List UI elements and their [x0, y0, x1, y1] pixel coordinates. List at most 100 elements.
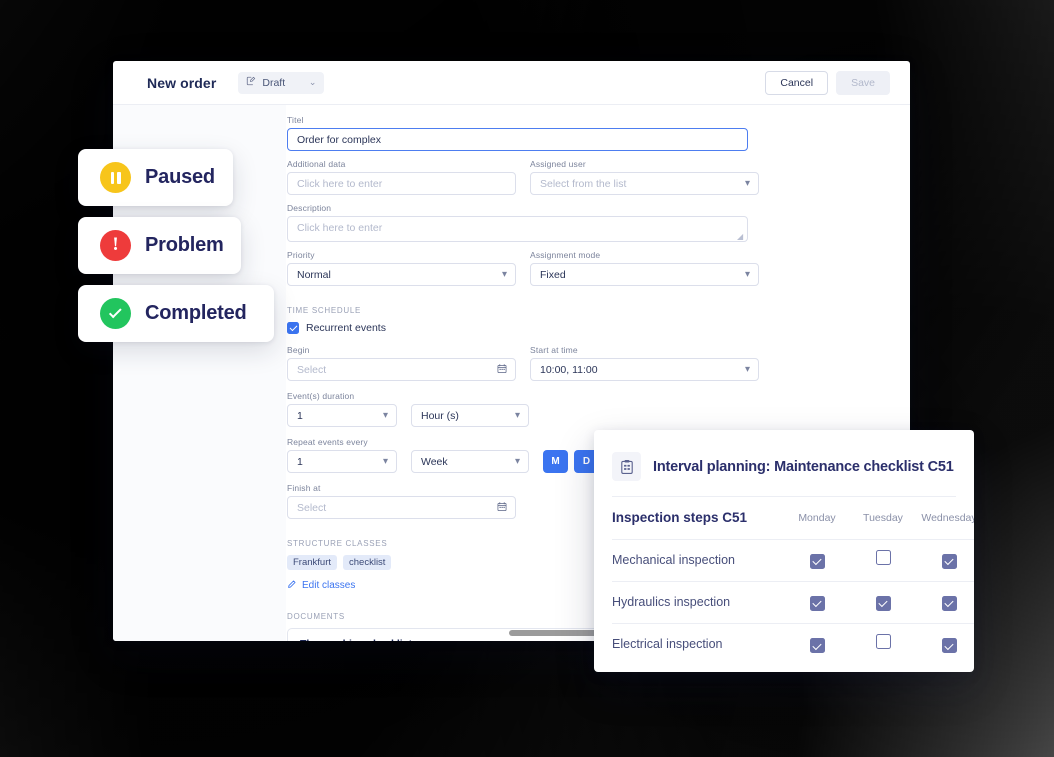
- inspection-cell-r1-c2: [916, 580, 974, 623]
- interval-card-title: Interval planning: Maintenance checklist…: [653, 458, 954, 475]
- status-card-paused[interactable]: Paused: [78, 149, 233, 206]
- field-description: Description Click here to enter ◢: [287, 203, 748, 242]
- table-row: Electrical inspection: [612, 622, 974, 665]
- calendar-icon[interactable]: [497, 501, 507, 514]
- inspection-checkbox-r1-c2[interactable]: [941, 596, 957, 612]
- row-begin-start: Begin Select Start at time 10:00, 11:00 …: [287, 345, 759, 381]
- chevron-down-icon: ▾: [514, 455, 520, 467]
- inspection-cell-r1-c1: [850, 580, 916, 623]
- status-card-completed-label: Completed: [145, 302, 247, 324]
- inspection-checkbox-r1-c1[interactable]: [875, 596, 891, 612]
- inspection-checkbox-r0-c1[interactable]: [875, 550, 891, 565]
- description-textarea[interactable]: Click here to enter ◢: [287, 216, 748, 242]
- field-priority: Priority Normal ▾: [287, 250, 516, 286]
- assignment-mode-value: Fixed: [540, 268, 566, 281]
- event-duration-unit-value: Hour (s): [421, 409, 459, 422]
- inspection-checkbox-r0-c2[interactable]: [941, 554, 957, 570]
- inspection-checkbox-r2-c2[interactable]: [941, 638, 957, 654]
- field-priority-label: Priority: [287, 250, 315, 260]
- inspection-cell-r0-c0: [784, 538, 850, 581]
- inspection-step-label: Electrical inspection: [612, 622, 784, 665]
- table-header-tuesday: Tuesday: [863, 511, 903, 524]
- pencil-icon: [287, 579, 297, 592]
- edit-classes-label: Edit classes: [302, 580, 356, 591]
- exclamation-icon: !: [100, 230, 131, 261]
- assignment-mode-select[interactable]: Fixed ▾: [530, 263, 759, 286]
- interval-card-header: Interval planning: Maintenance checklist…: [612, 452, 956, 497]
- chevron-down-icon: ▾: [744, 268, 750, 280]
- field-additional-data: Additional data Click here to enter: [287, 159, 516, 195]
- field-event-duration-label: Event(s) duration: [287, 391, 355, 401]
- row-additional-assigned: Additional data Click here to enter Assi…: [287, 159, 759, 195]
- inspection-steps-table: Inspection steps C51 Monday Tuesday Wedn…: [612, 497, 974, 665]
- weekday-pill-0[interactable]: M: [543, 450, 568, 473]
- repeat-amount-select[interactable]: 1 ▾: [287, 450, 397, 473]
- structure-class-tag-0[interactable]: Frankfurt: [287, 555, 338, 570]
- table-row: Hydraulics inspection: [612, 580, 974, 623]
- structure-class-tag-1[interactable]: checklist: [343, 555, 392, 570]
- chevron-down-icon: ⌄: [308, 77, 317, 87]
- inspection-steps-body: Mechanical inspection Hydraulics inspecti…: [612, 538, 974, 665]
- field-start-at-time-label: Start at time: [530, 345, 578, 355]
- start-at-time-select[interactable]: 10:00, 11:00 ▾: [530, 358, 759, 381]
- inspection-checkbox-r1-c0[interactable]: [809, 596, 825, 612]
- chevron-down-icon: ▾: [744, 363, 750, 375]
- begin-date-input[interactable]: Select: [287, 358, 516, 381]
- chevron-down-icon: ▾: [744, 177, 750, 189]
- status-chip-label: Draft: [262, 76, 286, 89]
- check-icon: [100, 298, 131, 329]
- status-card-problem[interactable]: ! Problem: [78, 217, 241, 274]
- clipboard-icon: [612, 452, 641, 481]
- inspection-checkbox-r2-c0[interactable]: [809, 638, 825, 654]
- finish-at-value: Select: [297, 501, 327, 514]
- field-start-at-time: Start at time 10:00, 11:00 ▾: [530, 345, 759, 381]
- assigned-user-value: Select from the list: [540, 177, 627, 190]
- document-title: The machine checkliste: [300, 638, 418, 641]
- recurrent-events-row[interactable]: Recurrent events: [287, 322, 748, 334]
- chevron-down-icon: ▾: [382, 455, 388, 467]
- status-card-problem-label: Problem: [145, 234, 224, 256]
- repeat-unit-select[interactable]: Week ▾: [411, 450, 529, 473]
- inspection-cell-r2-c0: [784, 622, 850, 665]
- chevron-down-icon: ▾: [514, 409, 520, 421]
- pause-icon: [100, 162, 131, 193]
- recurrent-events-label: Recurrent events: [306, 322, 386, 334]
- additional-data-input[interactable]: Click here to enter: [287, 172, 516, 195]
- event-duration-unit-select[interactable]: Hour (s) ▾: [411, 404, 529, 427]
- begin-value: Select: [297, 363, 327, 376]
- priority-value: Normal: [297, 268, 331, 281]
- edit-square-icon: [246, 76, 256, 89]
- title-input[interactable]: Order for complex: [287, 128, 748, 151]
- inspection-checkbox-r2-c1[interactable]: [875, 634, 891, 650]
- page-title: New order: [147, 74, 217, 91]
- field-event-duration: Event(s) duration 1 ▾ Hour (s) ▾: [287, 391, 748, 427]
- event-duration-amount-select[interactable]: 1 ▾: [287, 404, 397, 427]
- header-actions: Cancel Save: [765, 70, 890, 95]
- status-card-completed[interactable]: Completed: [78, 285, 274, 342]
- chevron-down-icon: ▾: [501, 268, 507, 280]
- calendar-icon[interactable]: [497, 363, 507, 376]
- screenshot-stage: New order Draft ⌄ Cancel Save Titel Orde…: [0, 0, 1054, 757]
- section-time-schedule-label: TIME SCHEDULE: [287, 306, 361, 315]
- inspection-steps-title: Inspection steps C51: [612, 509, 748, 525]
- recurrent-events-checkbox[interactable]: [287, 322, 299, 334]
- save-button[interactable]: Save: [836, 70, 890, 95]
- table-header-row: Inspection steps C51 Monday Tuesday Wedn…: [612, 497, 974, 539]
- field-assignment-mode: Assignment mode Fixed ▾: [530, 250, 759, 286]
- interval-planning-card: Interval planning: Maintenance checklist…: [594, 430, 974, 672]
- row-event-duration: 1 ▾ Hour (s) ▾: [287, 404, 748, 427]
- assigned-user-select[interactable]: Select from the list ▾: [530, 172, 759, 195]
- table-header-steps: Inspection steps C51: [612, 497, 784, 539]
- row-priority-assignment: Priority Normal ▾ Assignment mode Fixed …: [287, 250, 759, 286]
- inspection-step-label: Hydraulics inspection: [612, 580, 784, 623]
- finish-at-input[interactable]: Select: [287, 496, 516, 519]
- status-chip-draft[interactable]: Draft ⌄: [238, 71, 325, 94]
- inspection-checkbox-r0-c0[interactable]: [809, 554, 825, 570]
- field-begin: Begin Select: [287, 345, 516, 381]
- inspection-cell-r0-c1: [850, 538, 916, 581]
- field-assignment-mode-label: Assignment mode: [530, 250, 601, 260]
- field-title-label: Titel: [287, 115, 304, 125]
- window-header: New order Draft ⌄ Cancel Save: [113, 61, 910, 105]
- priority-select[interactable]: Normal ▾: [287, 263, 516, 286]
- cancel-button[interactable]: Cancel: [765, 70, 829, 95]
